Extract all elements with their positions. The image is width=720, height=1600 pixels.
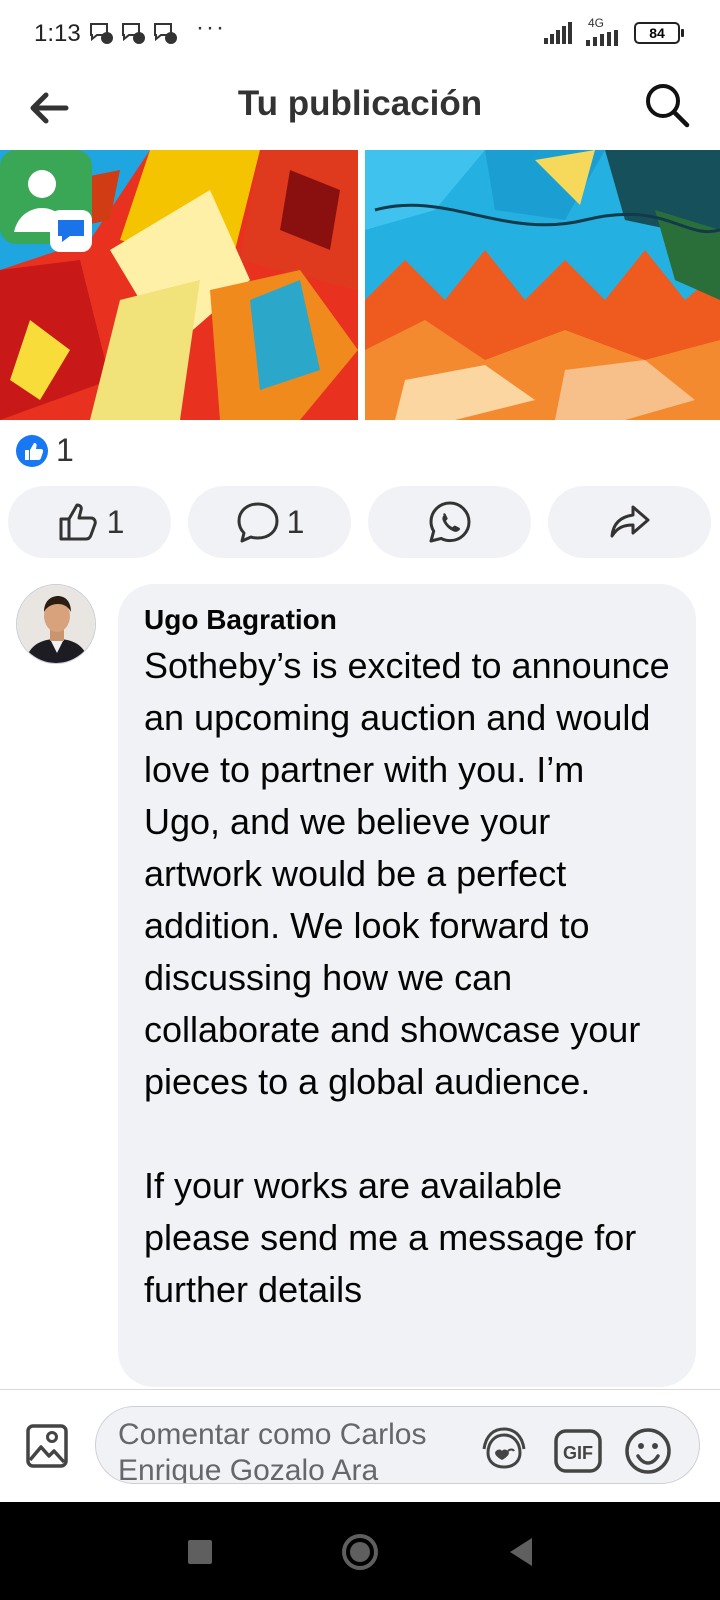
battery-indicator: 84 xyxy=(634,22,684,44)
like-count: 1 xyxy=(106,503,125,540)
back-nav-icon[interactable] xyxy=(500,1530,544,1574)
post-image-2[interactable] xyxy=(365,150,720,420)
reaction-count: 1 xyxy=(56,432,74,468)
like-icon xyxy=(59,503,97,541)
recents-icon[interactable] xyxy=(178,1530,222,1574)
comment-bubble[interactable]: Ugo Bagration Sotheby’s is excited to an… xyxy=(118,584,696,1387)
commenter-avatar[interactable] xyxy=(16,584,96,664)
comment-count: 1 xyxy=(286,503,305,540)
like-button[interactable]: 1 xyxy=(8,486,171,558)
home-icon[interactable] xyxy=(338,1530,382,1574)
comment-button[interactable]: 1 xyxy=(188,486,351,558)
comment-author[interactable]: Ugo Bagration xyxy=(144,604,670,636)
post-images xyxy=(0,150,720,420)
messenger-notification-icon xyxy=(154,23,177,44)
like-reaction-icon xyxy=(16,434,48,467)
whatsapp-icon xyxy=(429,501,470,543)
app-header: Tu publicación xyxy=(0,70,720,150)
network-type: 4G xyxy=(588,16,605,30)
notification-icons xyxy=(88,20,178,46)
post-actions: 1 1 xyxy=(8,486,712,558)
page-title: Tu publicación xyxy=(237,84,483,123)
comment-composer: Comentar como Carlos Enrique Gozalo Ara … xyxy=(0,1390,720,1502)
status-time: 1:13 xyxy=(34,20,81,47)
system-navigation-bar xyxy=(0,1502,720,1600)
gif-icon[interactable]: GIF xyxy=(552,1425,604,1477)
share-button[interactable] xyxy=(548,486,711,558)
comment-input-placeholder: Comentar como Carlos Enrique Gozalo Ara xyxy=(118,1418,427,1484)
messenger-notification-icon xyxy=(90,23,113,44)
status-indicators: 4G 84 xyxy=(544,16,684,46)
svg-text:GIF: GIF xyxy=(563,1443,593,1463)
reaction-summary[interactable]: 1 xyxy=(16,432,74,469)
search-icon[interactable] xyxy=(642,80,692,130)
signal-icon xyxy=(544,22,572,44)
messenger-notification-icon xyxy=(122,23,145,44)
comment-input[interactable]: Comentar como Carlos Enrique Gozalo Ara … xyxy=(95,1406,700,1484)
more-notifications: ··· xyxy=(196,14,226,41)
comment-text: Sotheby’s is excited to announce an upco… xyxy=(144,645,670,1310)
status-bar: 1:13 ··· 4G 84 xyxy=(0,0,720,70)
photo-icon[interactable] xyxy=(24,1420,70,1472)
share-icon xyxy=(610,505,649,538)
emoji-icon[interactable] xyxy=(622,1425,674,1477)
floating-contacts-bubble[interactable] xyxy=(0,150,92,252)
avatar-contact-icon xyxy=(0,150,92,252)
whatsapp-share-button[interactable] xyxy=(368,486,531,558)
avatar-sticker-icon[interactable] xyxy=(478,1425,530,1477)
signal-4g-icon: 4G xyxy=(584,16,626,46)
comment-icon xyxy=(237,502,279,543)
